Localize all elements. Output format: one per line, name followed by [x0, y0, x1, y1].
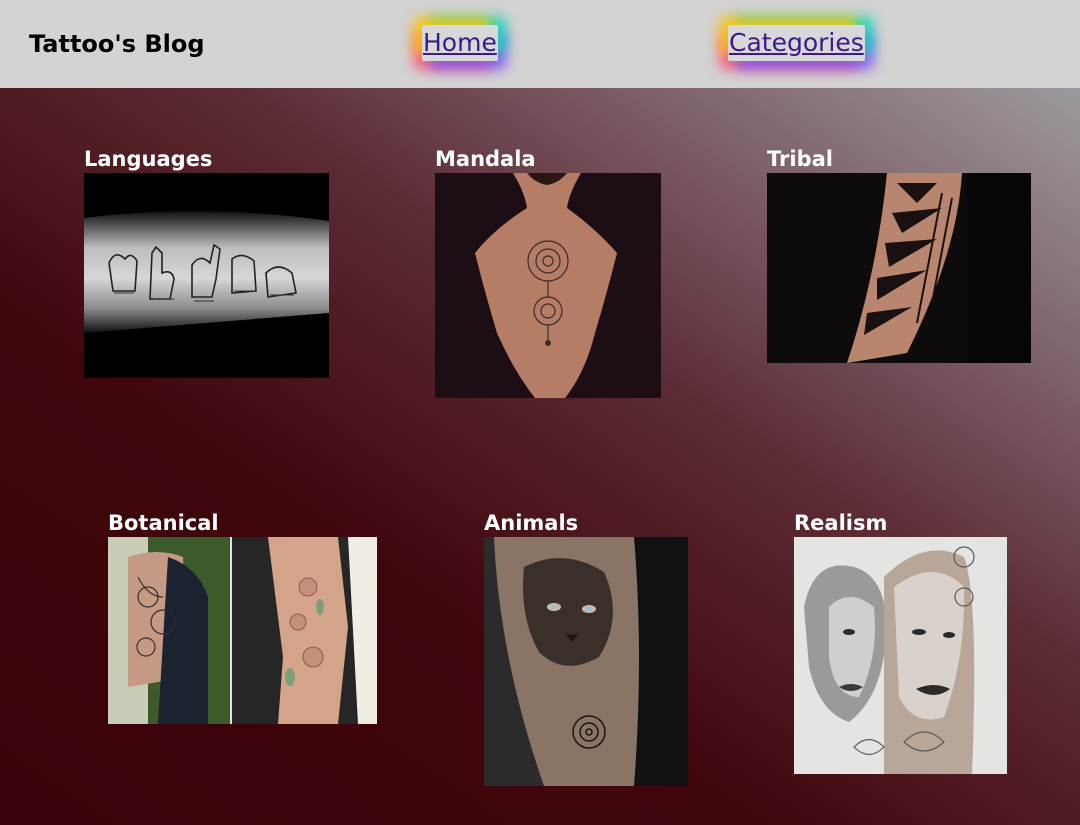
category-title-realism: Realism	[794, 511, 888, 535]
realism-tattoo-image[interactable]	[794, 537, 1007, 774]
mandala-tattoo-image[interactable]	[435, 173, 661, 398]
nav-link-home[interactable]: Home	[422, 25, 498, 61]
sign-language-tattoo-image[interactable]	[84, 173, 329, 378]
category-title-mandala: Mandala	[435, 147, 536, 171]
site-header: Tattoo's Blog Home Categories	[0, 0, 1080, 88]
category-title-languages: Languages	[84, 147, 213, 171]
lion-tattoo-image[interactable]	[484, 537, 688, 786]
nav-link-categories[interactable]: Categories	[728, 25, 865, 61]
category-title-tribal: Tribal	[767, 147, 833, 171]
botanical-tattoo-image[interactable]	[108, 537, 377, 724]
tribal-tattoo-image[interactable]	[767, 173, 1031, 363]
site-brand: Tattoo's Blog	[29, 30, 205, 58]
category-gallery: Languages Mandala Tribal Botanical Anima…	[0, 88, 1080, 825]
category-title-botanical: Botanical	[108, 511, 219, 535]
category-title-animals: Animals	[484, 511, 579, 535]
